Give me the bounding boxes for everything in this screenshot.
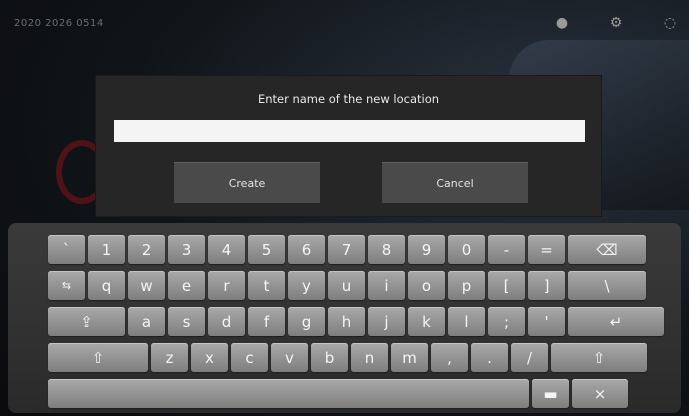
key-row3-1[interactable]: a: [128, 307, 165, 336]
key-row1-8[interactable]: 8: [368, 235, 405, 264]
key-row4-8[interactable]: ,: [431, 343, 468, 372]
key-row4-9[interactable]: .: [471, 343, 508, 372]
key-row5-2[interactable]: ×: [572, 379, 628, 408]
key-row4-0[interactable]: ⇧: [48, 343, 148, 372]
key-row3-0[interactable]: ⇪: [48, 307, 125, 336]
key-row5-0[interactable]: [48, 379, 529, 408]
key-row2-12[interactable]: ]: [528, 271, 565, 300]
status-time: 2020 2026 0514: [14, 18, 104, 29]
key-row4-7[interactable]: m: [391, 343, 428, 372]
key-row3-5[interactable]: g: [288, 307, 325, 336]
key-row2-8[interactable]: i: [368, 271, 405, 300]
key-row4-4[interactable]: v: [271, 343, 308, 372]
key-row1-0[interactable]: `: [48, 235, 85, 264]
key-row4-1[interactable]: z: [151, 343, 188, 372]
location-name-input[interactable]: [114, 120, 585, 142]
key-row1-7[interactable]: 7: [328, 235, 365, 264]
key-row1-4[interactable]: 4: [208, 235, 245, 264]
key-row4-11[interactable]: ⇧: [551, 343, 647, 372]
on-screen-keyboard: ` 1 2 3 4 5 6 7 8 9 0- = ⌫ ⇆ q w e r t y u i o p[] \ ⇪ a s d f g h j k l; '…: [8, 223, 681, 413]
key-row1-9[interactable]: 9: [408, 235, 445, 264]
key-row1-3[interactable]: 3: [168, 235, 205, 264]
new-location-dialog: Enter name of the new location Create Ca…: [96, 76, 601, 216]
key-row2-4[interactable]: r: [208, 271, 245, 300]
key-row1-6[interactable]: 6: [288, 235, 325, 264]
key-row1-1[interactable]: 1: [88, 235, 125, 264]
key-row2-10[interactable]: p: [448, 271, 485, 300]
status-icons: ● ⚙ ◌: [553, 14, 679, 32]
key-row3-6[interactable]: h: [328, 307, 365, 336]
key-row2-3[interactable]: e: [168, 271, 205, 300]
key-row3-8[interactable]: k: [408, 307, 445, 336]
key-row1-5[interactable]: 5: [248, 235, 285, 264]
signal-icon[interactable]: ◌: [661, 14, 679, 32]
key-row2-5[interactable]: t: [248, 271, 285, 300]
info-icon[interactable]: ●: [553, 14, 571, 32]
key-row2-9[interactable]: o: [408, 271, 445, 300]
key-row4-10[interactable]: /: [511, 343, 548, 372]
key-row1-13[interactable]: ⌫: [568, 235, 646, 264]
create-button[interactable]: Create: [174, 162, 320, 203]
key-row3-10[interactable]: ;: [488, 307, 525, 336]
settings-icon[interactable]: ⚙: [607, 14, 625, 32]
key-row4-2[interactable]: x: [191, 343, 228, 372]
key-row4-6[interactable]: n: [351, 343, 388, 372]
cancel-button[interactable]: Cancel: [382, 162, 528, 203]
key-row3-7[interactable]: j: [368, 307, 405, 336]
key-row3-2[interactable]: s: [168, 307, 205, 336]
key-row2-0[interactable]: ⇆: [48, 271, 85, 300]
key-row2-6[interactable]: y: [288, 271, 325, 300]
key-row3-9[interactable]: l: [448, 307, 485, 336]
dialog-title: Enter name of the new location: [257, 92, 440, 106]
key-row2-13[interactable]: \: [568, 271, 646, 300]
key-row4-3[interactable]: c: [231, 343, 268, 372]
key-row2-7[interactable]: u: [328, 271, 365, 300]
key-row2-11[interactable]: [: [488, 271, 525, 300]
key-row2-2[interactable]: w: [128, 271, 165, 300]
key-row3-4[interactable]: f: [248, 307, 285, 336]
key-row5-1[interactable]: ▬: [532, 379, 569, 408]
key-row1-12[interactable]: =: [528, 235, 565, 264]
key-row3-12[interactable]: ↵: [568, 307, 664, 336]
key-row1-10[interactable]: 0: [448, 235, 485, 264]
key-row1-2[interactable]: 2: [128, 235, 165, 264]
key-row4-5[interactable]: b: [311, 343, 348, 372]
key-row2-1[interactable]: q: [88, 271, 125, 300]
key-row3-11[interactable]: ': [528, 307, 565, 336]
key-row3-3[interactable]: d: [208, 307, 245, 336]
key-row1-11[interactable]: -: [488, 235, 525, 264]
